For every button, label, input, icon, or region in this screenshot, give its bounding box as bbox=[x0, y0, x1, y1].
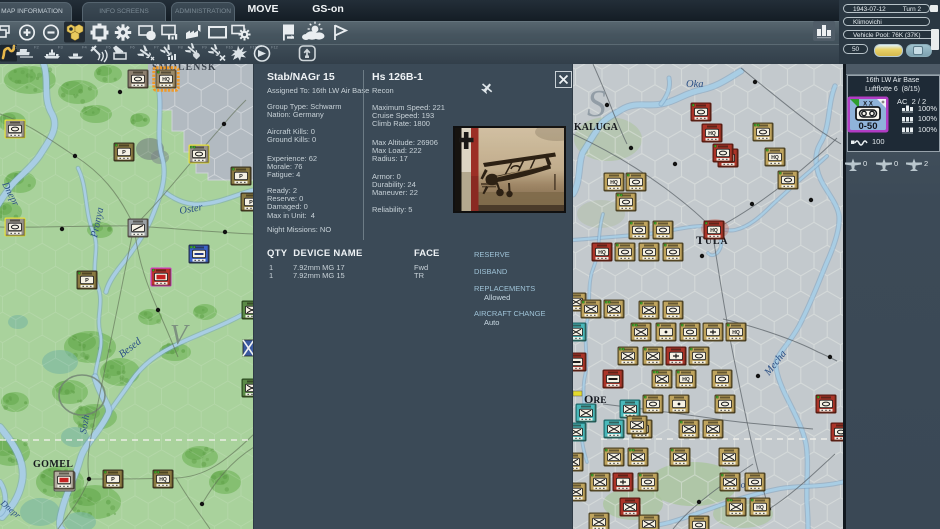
svg-text:P: P bbox=[111, 477, 115, 483]
svg-text:F3: F3 bbox=[58, 45, 63, 50]
svg-text:S: S bbox=[587, 83, 606, 125]
svg-text:F1: F1 bbox=[13, 45, 18, 50]
svg-text:GOMEL: GOMEL bbox=[33, 459, 73, 470]
svg-text:Oka: Oka bbox=[686, 79, 704, 90]
svg-text:F10: F10 bbox=[226, 45, 234, 50]
svg-text:F2: F2 bbox=[34, 45, 39, 50]
svg-text:HQ: HQ bbox=[598, 250, 606, 256]
svg-text:F4: F4 bbox=[82, 45, 87, 50]
svg-text:HQ: HQ bbox=[771, 155, 779, 161]
svg-text:F12: F12 bbox=[271, 45, 279, 50]
svg-text:F9: F9 bbox=[202, 45, 207, 50]
svg-text:HQ: HQ bbox=[610, 180, 618, 186]
svg-text:F5: F5 bbox=[106, 45, 111, 50]
svg-text:P: P bbox=[85, 278, 89, 284]
svg-text:P: P bbox=[122, 150, 126, 156]
svg-text:HQ: HQ bbox=[756, 505, 764, 511]
svg-text:F7: F7 bbox=[154, 45, 159, 50]
svg-text:KALUGA: KALUGA bbox=[574, 122, 619, 133]
svg-text:HQ: HQ bbox=[159, 477, 167, 483]
svg-text:HQ: HQ bbox=[708, 131, 716, 137]
svg-text:V: V bbox=[170, 320, 190, 351]
svg-text:0-50: 0-50 bbox=[858, 121, 877, 132]
svg-text:F8: F8 bbox=[178, 45, 183, 50]
svg-text:HQ: HQ bbox=[732, 330, 740, 336]
svg-text:HQ: HQ bbox=[710, 228, 718, 234]
svg-text:HQ: HQ bbox=[162, 77, 170, 83]
svg-text:P: P bbox=[239, 174, 243, 180]
svg-text:HQ: HQ bbox=[682, 377, 690, 383]
svg-text:F6: F6 bbox=[130, 45, 135, 50]
